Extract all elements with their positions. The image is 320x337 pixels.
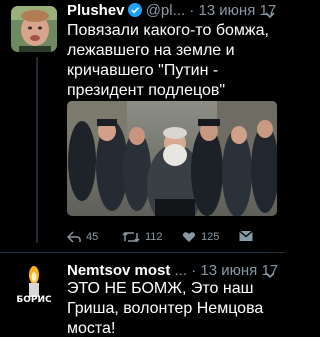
tweet-text-line: моста! bbox=[67, 320, 116, 337]
photo-image bbox=[67, 101, 277, 216]
tweet-text: Повязали какого-то бомжа, лежавшего на з… bbox=[67, 21, 277, 101]
tweet-text-line: президент подлецов" bbox=[67, 82, 226, 99]
heart-icon bbox=[182, 232, 196, 242]
author-handle[interactable]: @pl... bbox=[146, 2, 185, 19]
chevron-down-icon[interactable] bbox=[265, 7, 275, 19]
tweet-actions: 45 112 125 bbox=[67, 228, 277, 246]
author-name[interactable]: Plushev bbox=[67, 2, 125, 19]
avatar-photo bbox=[11, 6, 57, 52]
tweet-photo[interactable] bbox=[67, 101, 277, 216]
tweet-text-line: кричавшего "Путин - bbox=[67, 62, 219, 79]
retweet-count: 112 bbox=[145, 231, 163, 243]
timeline: Plushev @pl... · 13 июня 17 Повязали как… bbox=[0, 0, 285, 337]
tweet-plushev[interactable]: Plushev @pl... · 13 июня 17 Повязали как… bbox=[0, 0, 285, 253]
avatar-caption: БОРИС bbox=[16, 295, 52, 305]
tweet-text-line: лежавшего на земле и bbox=[67, 42, 235, 59]
tweet-text-line: Гриша, волонтер Немцова bbox=[67, 300, 264, 317]
verified-badge-icon bbox=[127, 3, 142, 21]
chevron-down-icon[interactable] bbox=[265, 267, 275, 279]
tweet-text-line: ЭТО НЕ БОМЖ, Это наш bbox=[67, 280, 254, 297]
tweet-text-line: Повязали какого-то бомжа, bbox=[67, 22, 269, 39]
reply-count: 45 bbox=[86, 231, 99, 243]
direct-message-button[interactable] bbox=[239, 230, 253, 242]
author-name[interactable]: Nemtsov most bbox=[67, 262, 170, 279]
header-separator: · bbox=[189, 2, 195, 19]
reply-icon bbox=[67, 231, 81, 243]
like-button[interactable]: 125 bbox=[182, 230, 219, 244]
header-separator: · bbox=[191, 262, 197, 279]
reply-button[interactable]: 45 bbox=[67, 230, 98, 244]
tweet-header: Plushev @pl... · 13 июня 17 bbox=[67, 1, 279, 21]
avatar-plushev[interactable] bbox=[11, 6, 57, 52]
tweet-nemtsov-most[interactable]: БОРИС Nemtsov most ... · 13 июня 17 ЭТО … bbox=[0, 253, 285, 337]
avatar-nemtsov-most[interactable]: БОРИС bbox=[11, 261, 57, 307]
tweet-header: Nemtsov most ... · 13 июня 17 bbox=[67, 261, 279, 281]
retweet-icon bbox=[122, 231, 140, 243]
retweet-button[interactable]: 112 bbox=[122, 230, 163, 244]
like-count: 125 bbox=[201, 231, 220, 243]
author-handle[interactable]: ... bbox=[175, 262, 188, 279]
envelope-icon bbox=[239, 230, 253, 241]
tweet-text: ЭТО НЕ БОМЖ, Это наш Гриша, волонтер Нем… bbox=[67, 279, 277, 337]
